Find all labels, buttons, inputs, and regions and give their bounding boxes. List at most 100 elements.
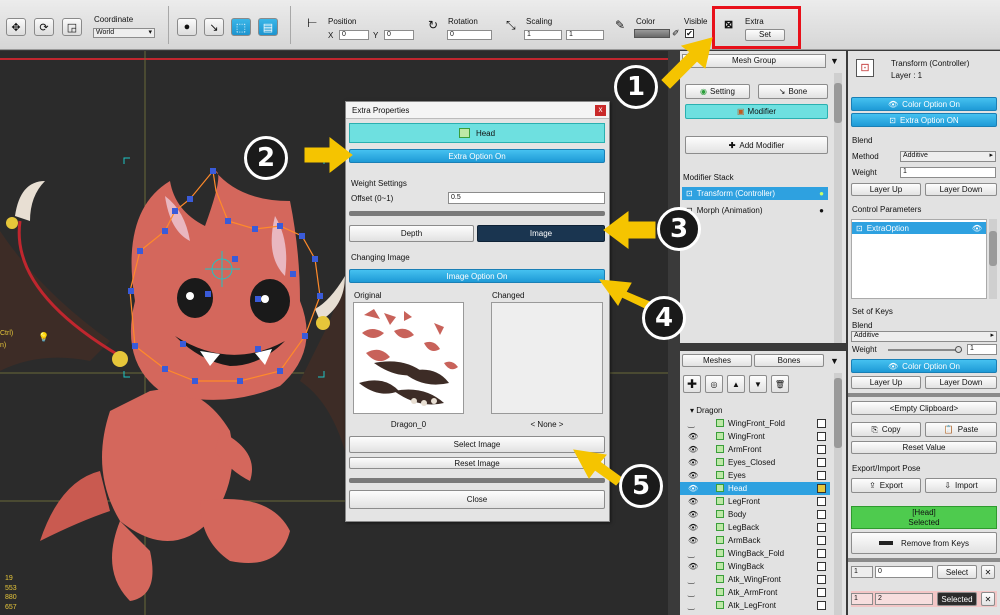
modifier-button[interactable]: ▣ Modifier [685,104,828,119]
eye-icon[interactable]: 👁 [688,536,698,545]
scale-x-input[interactable]: 1 [524,30,562,40]
mesh-visible-checkbox[interactable] [817,497,826,506]
mesh-list-item[interactable]: 👁 ArmBack [680,534,830,547]
eye-closed-icon[interactable]: ‿ [688,601,694,610]
trash-icon[interactable]: 🗑 [771,375,789,393]
dropdown-arrow-icon[interactable]: ▼ [830,356,839,366]
scrollbar[interactable] [834,73,842,343]
remove-from-keys-button[interactable]: Remove from Keys [851,532,997,554]
pos-x-input[interactable]: 0 [339,30,369,40]
mesh-group-tab[interactable]: Mesh Group [682,54,826,68]
color-option2-toggle[interactable]: 👁 Color Option On [851,359,997,373]
bulb-off-icon[interactable]: ● [819,206,824,215]
key-selected-button[interactable]: Selected [937,592,977,606]
mesh-list-item[interactable]: 👁 Body [680,508,830,521]
pos-y-input[interactable]: 0 [384,30,414,40]
mesh-visible-checkbox[interactable] [817,458,826,467]
select-image-button[interactable]: Select Image [349,436,605,453]
stack-item-morph[interactable]: ⊡Morph (Animation)● [682,204,828,217]
layer-up2-button[interactable]: Layer Up [851,376,921,389]
add-icon[interactable]: ✚ [683,375,701,393]
scale-y-input[interactable]: 1 [566,30,604,40]
tab-image[interactable]: Image [477,225,605,242]
eye-icon[interactable]: 👁 [688,471,698,480]
mesh-list-item[interactable]: ‿ WingFront_Fold [680,417,830,430]
scrollbar[interactable] [834,373,842,615]
blend2-select[interactable]: Additive ▸ [851,331,997,342]
export-button[interactable]: ⇪ Export [851,478,921,493]
rotate-tool-icon[interactable]: ⟳ [34,18,54,36]
eye-closed-icon[interactable]: ‿ [688,549,694,558]
eye-closed-icon[interactable]: ‿ [688,588,694,597]
mesh-edit-icon[interactable]: ⬚ [231,18,251,36]
slider-handle[interactable] [955,346,962,353]
mesh-visible-checkbox[interactable] [817,523,826,532]
mesh-list-item[interactable]: 👁 LegFront [680,495,830,508]
key-select-button[interactable]: Select [937,565,977,579]
key-value[interactable]: 2 [875,593,933,605]
scrollbar-thumb[interactable] [834,83,842,123]
mesh-visible-checkbox[interactable] [817,549,826,558]
eye-icon[interactable]: 👁 [688,432,698,441]
extra-option-toggle-right[interactable]: ⊡ Extra Option ON [851,113,997,127]
layer-down-button[interactable]: Layer Down [925,183,997,196]
tree-root[interactable]: ▾ Dragon [690,406,723,415]
color-swatch[interactable] [634,29,670,38]
mesh-visible-checkbox[interactable] [817,445,826,454]
eyedropper-icon[interactable]: ✐ [672,28,680,39]
scrollbar[interactable] [989,219,997,299]
visible-checkbox[interactable]: ✔ [685,29,694,38]
eye-icon[interactable]: 👁 [688,510,698,519]
move-up-icon[interactable]: ▲ [727,375,745,393]
stack-item-transform[interactable]: ⊡ Transform (Controller) ● [682,187,828,200]
mesh-list-item[interactable]: ‿ Atk_LegFront [680,599,830,612]
mesh-list-item[interactable]: 👁 WingBack [680,560,830,573]
eye-icon[interactable]: 👁 [972,224,982,233]
mesh-outline-icon[interactable]: ▤ [258,18,278,36]
mesh-list-item[interactable]: 👁 LegBack [680,521,830,534]
mesh-visible-checkbox[interactable] [817,588,826,597]
eye-icon[interactable]: 👁 [688,445,698,454]
bone-link-icon[interactable]: ↘ [204,18,224,36]
mesh-list-item[interactable]: ‿ Atk_WingFront [680,573,830,586]
offset-input[interactable]: 0.5 [448,192,605,204]
add-modifier-button[interactable]: ✚ Add Modifier [685,136,828,154]
bulb-on-icon[interactable]: ● [819,189,824,198]
scale-tool-icon[interactable]: ◲ [62,18,82,36]
eye-icon[interactable]: 👁 [688,562,698,571]
layer-down2-button[interactable]: Layer Down [925,376,997,389]
color-option-toggle[interactable]: 👁 Color Option On [851,97,997,111]
image-option-toggle[interactable]: Image Option On [349,269,605,283]
tab-meshes[interactable]: Meshes [682,354,752,367]
eye-icon[interactable]: 👁 [688,497,698,506]
mesh-list-item[interactable]: 👁 Eyes [680,469,830,482]
weight-slider[interactable] [888,346,962,353]
mesh-visible-checkbox[interactable] [817,419,826,428]
reset-image-button[interactable]: Reset Image [349,457,605,469]
copy-button[interactable]: ⎘ Copy [851,422,921,437]
rotation-input[interactable]: 0 [447,30,492,40]
scrollbar-thumb[interactable] [989,231,997,266]
mesh-list-item[interactable]: ‿ WingBack_Fold [680,547,830,560]
import-button[interactable]: ⇩ Import [925,478,997,493]
mesh-visible-checkbox[interactable] [817,562,826,571]
scrollbar-thumb[interactable] [834,378,842,448]
bone-display-icon[interactable]: ● [177,18,197,36]
tab-bones[interactable]: Bones [754,354,824,367]
param-item-extraoption[interactable]: ⊡ ExtraOption 👁 [852,222,986,234]
reset-value-button[interactable]: Reset Value [851,441,997,454]
key-value[interactable]: 0 [875,566,933,578]
dialog-close-button[interactable]: Close [349,490,605,509]
mesh-list-item[interactable]: 👁 ArmFront [680,443,830,456]
eye-closed-icon[interactable]: ‿ [688,575,694,584]
mesh-list-item[interactable]: 👁 Head [680,482,830,495]
layer-icon[interactable]: ◎ [705,375,723,393]
weight2-input[interactable]: 1 [967,344,997,355]
bone-button[interactable]: ↘ Bone [758,84,828,99]
mesh-visible-checkbox[interactable] [817,432,826,441]
setting-button[interactable]: ◉ Setting [685,84,750,99]
mesh-list-item[interactable]: 👁 WingFront [680,430,830,443]
coordinate-select[interactable]: World ▾ [93,28,155,38]
layer-up-button[interactable]: Layer Up [851,183,921,196]
weight-input[interactable]: 1 [900,167,996,178]
